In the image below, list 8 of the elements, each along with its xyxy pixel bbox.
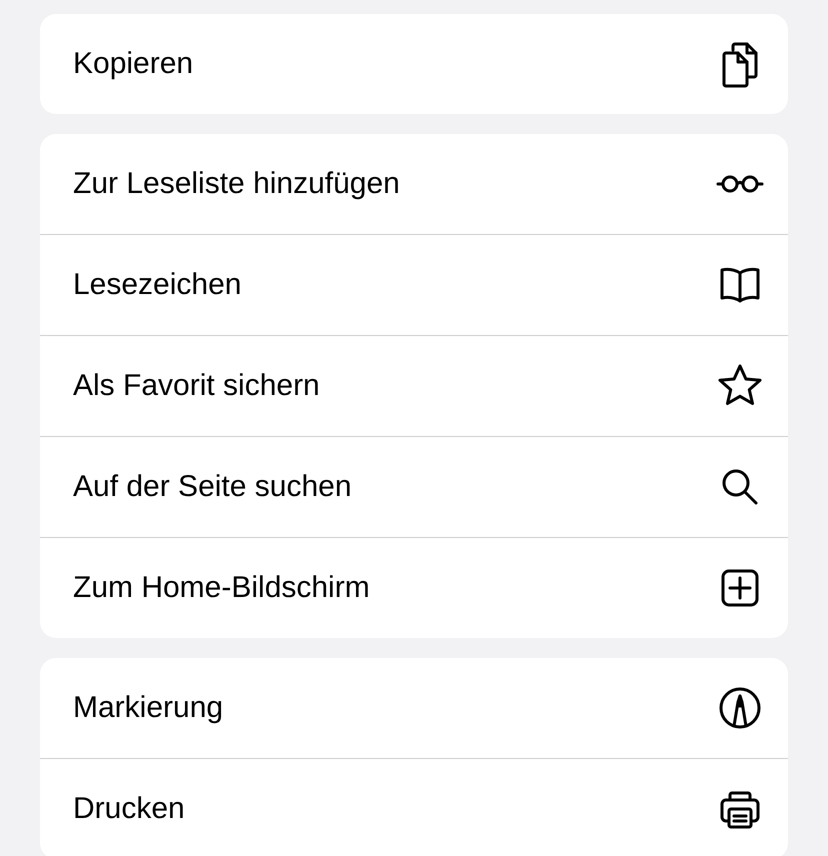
- menu-item[interactable]: Kopieren: [40, 14, 788, 114]
- menu-item[interactable]: Markierung: [40, 658, 788, 758]
- menu-item[interactable]: Als Favorit sichern: [40, 335, 788, 436]
- menu-item[interactable]: Auf der Seite suchen: [40, 436, 788, 537]
- menu-item[interactable]: Drucken: [40, 758, 788, 856]
- menu-item[interactable]: Lesezeichen: [40, 234, 788, 335]
- menu-item[interactable]: Zur Leseliste hinzufügen: [40, 134, 788, 234]
- menu-item[interactable]: Zum Home-Bildschirm: [40, 537, 788, 638]
